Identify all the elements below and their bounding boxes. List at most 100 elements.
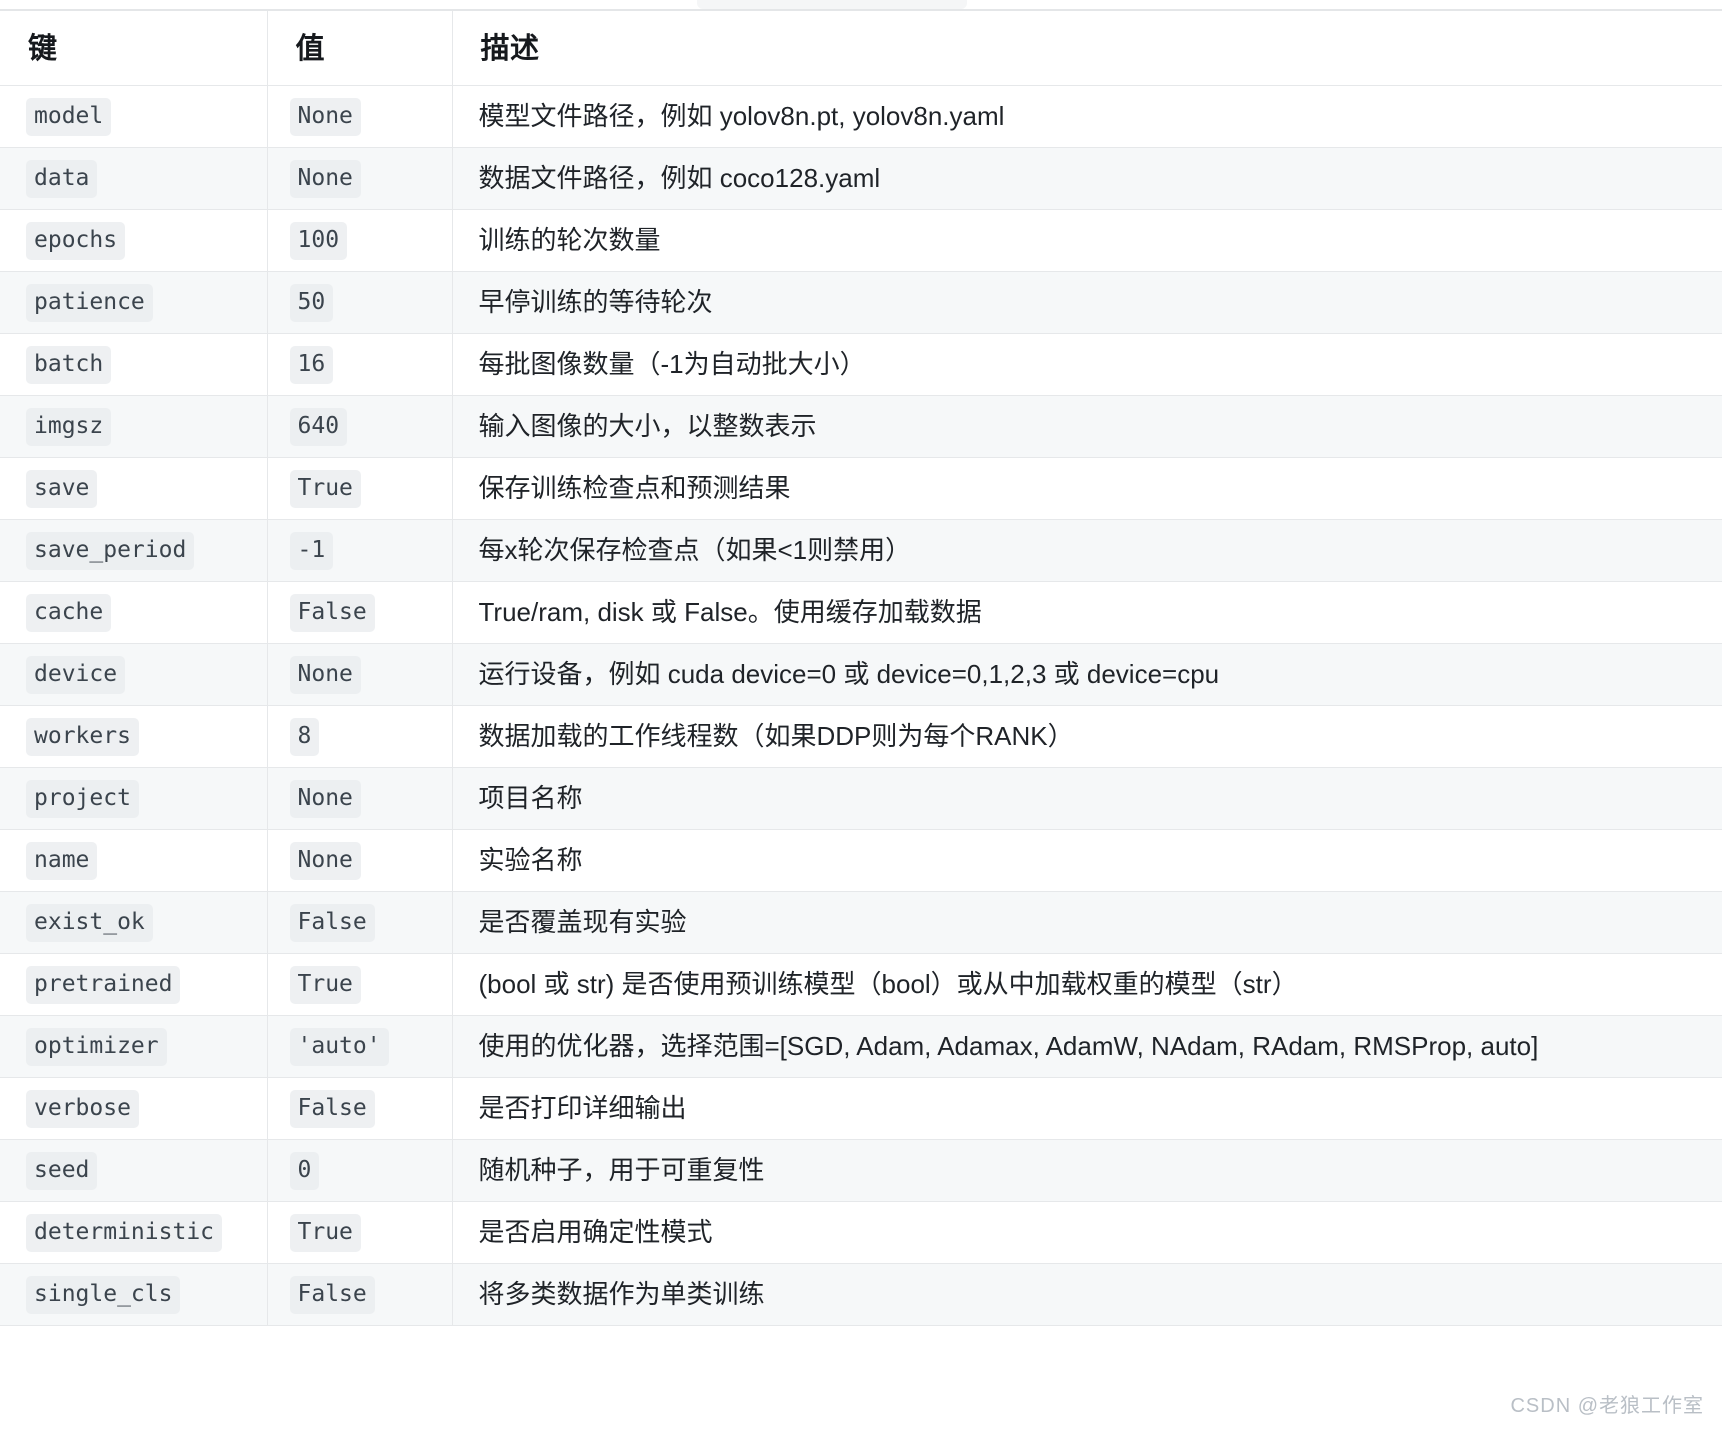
param-description-text: 输入图像的大小，以整数表示 bbox=[478, 411, 817, 442]
cell-key: patience bbox=[0, 271, 268, 334]
param-description-text: 使用的优化器，选择范围=[SGD, Adam, Adamax, AdamW, N… bbox=[478, 1031, 1539, 1062]
param-key-code: batch bbox=[26, 345, 112, 384]
cell-description: 输入图像的大小，以整数表示 bbox=[452, 395, 1722, 458]
param-key-code: data bbox=[26, 159, 98, 198]
table-row: patience 50 早停训练的等待轮次 bbox=[0, 271, 1722, 334]
cell-key: cache bbox=[0, 581, 268, 644]
cell-key: model bbox=[0, 85, 268, 148]
param-value-code: None bbox=[289, 779, 361, 818]
cell-key: name bbox=[0, 829, 268, 892]
cell-description: 项目名称 bbox=[452, 767, 1722, 830]
table-row: exist_ok False 是否覆盖现有实验 bbox=[0, 891, 1722, 954]
cell-key: epochs bbox=[0, 209, 268, 272]
cell-key: deterministic bbox=[0, 1201, 268, 1264]
param-key-code: device bbox=[26, 655, 126, 694]
param-key-code: pretrained bbox=[26, 965, 181, 1004]
cell-key: optimizer bbox=[0, 1015, 268, 1078]
param-key-code: workers bbox=[26, 717, 139, 756]
table-row: single_cls False 将多类数据作为单类训练 bbox=[0, 1263, 1722, 1326]
parameters-table-container: 键 值 描述 model None 模型文件路径，例如 yolov8n.pt, yo… bbox=[0, 9, 1722, 1326]
cell-description: 将多类数据作为单类训练 bbox=[452, 1263, 1722, 1326]
cell-description: 实验名称 bbox=[452, 829, 1722, 892]
param-value-code: 0 bbox=[289, 1151, 320, 1190]
cell-value: -1 bbox=[267, 519, 453, 582]
param-value-code: 100 bbox=[289, 221, 348, 260]
param-key-code: project bbox=[26, 779, 139, 818]
cell-value: None bbox=[267, 147, 453, 210]
cell-key: single_cls bbox=[0, 1263, 268, 1326]
cell-value: 'auto' bbox=[267, 1015, 453, 1078]
cell-description: 早停训练的等待轮次 bbox=[452, 271, 1722, 334]
param-description-text: 数据文件路径，例如 coco128.yaml bbox=[478, 163, 881, 194]
cell-description: 保存训练检查点和预测结果 bbox=[452, 457, 1722, 520]
cell-key: seed bbox=[0, 1139, 268, 1202]
cell-value: False bbox=[267, 1263, 453, 1326]
param-description-text: 数据加载的工作线程数（如果DDP则为每个RANK） bbox=[478, 721, 1074, 752]
param-key-code: optimizer bbox=[26, 1027, 167, 1066]
cell-description: 模型文件路径，例如 yolov8n.pt, yolov8n.yaml bbox=[452, 85, 1722, 148]
param-value-code: 'auto' bbox=[289, 1027, 389, 1066]
cell-description: 每批图像数量（-1为自动批大小） bbox=[452, 333, 1722, 396]
param-description-text: 训练的轮次数量 bbox=[478, 225, 661, 256]
cell-description: 是否启用确定性模式 bbox=[452, 1201, 1722, 1264]
page-root: 键 值 描述 model None 模型文件路径，例如 yolov8n.pt, yo… bbox=[0, 0, 1722, 1430]
param-key-code: cache bbox=[26, 593, 112, 632]
column-header-value: 值 bbox=[267, 10, 453, 86]
param-value-code: 8 bbox=[289, 717, 320, 756]
cell-value: False bbox=[267, 891, 453, 954]
cell-key: device bbox=[0, 643, 268, 706]
cell-value: 8 bbox=[267, 705, 453, 768]
cell-value: 640 bbox=[267, 395, 453, 458]
param-key-code: imgsz bbox=[26, 407, 112, 446]
table-row: name None 实验名称 bbox=[0, 829, 1722, 892]
param-description-text: (bool 或 str) 是否使用预训练模型（bool）或从中加载权重的模型（s… bbox=[478, 969, 1298, 1000]
table-header: 键 值 描述 bbox=[0, 10, 1722, 86]
param-description-text: 运行设备，例如 cuda device=0 或 device=0,1,2,3 或… bbox=[478, 659, 1220, 690]
table-row: cache False True/ram, disk 或 False。使用缓存加载数… bbox=[0, 581, 1722, 644]
cell-key: save bbox=[0, 457, 268, 520]
param-value-code: True bbox=[289, 965, 361, 1004]
param-key-code: model bbox=[26, 97, 112, 136]
param-key-code: name bbox=[26, 841, 98, 880]
param-value-code: False bbox=[289, 593, 375, 632]
param-key-code: single_cls bbox=[26, 1275, 181, 1314]
cell-value: True bbox=[267, 953, 453, 1016]
table-row: deterministic True 是否启用确定性模式 bbox=[0, 1201, 1722, 1264]
param-key-code: save_period bbox=[26, 531, 195, 570]
cell-description: 使用的优化器，选择范围=[SGD, Adam, Adamax, AdamW, N… bbox=[452, 1015, 1722, 1078]
table-row: pretrained True (bool 或 str) 是否使用预训练模型（boo… bbox=[0, 953, 1722, 1016]
cell-description: True/ram, disk 或 False。使用缓存加载数据 bbox=[452, 581, 1722, 644]
cell-description: (bool 或 str) 是否使用预训练模型（bool）或从中加载权重的模型（s… bbox=[452, 953, 1722, 1016]
param-description-text: 将多类数据作为单类训练 bbox=[478, 1279, 765, 1310]
cell-key: workers bbox=[0, 705, 268, 768]
cell-key: imgsz bbox=[0, 395, 268, 458]
cell-value: None bbox=[267, 767, 453, 830]
cell-key: data bbox=[0, 147, 268, 210]
param-description-text: True/ram, disk 或 False。使用缓存加载数据 bbox=[478, 597, 982, 628]
param-description-text: 是否覆盖现有实验 bbox=[478, 907, 687, 938]
table-row: imgsz 640 输入图像的大小，以整数表示 bbox=[0, 395, 1722, 458]
param-value-code: False bbox=[289, 903, 375, 942]
parameters-table: 键 值 描述 model None 模型文件路径，例如 yolov8n.pt, yo… bbox=[0, 9, 1722, 1326]
cell-key: project bbox=[0, 767, 268, 830]
cell-description: 训练的轮次数量 bbox=[452, 209, 1722, 272]
param-key-code: save bbox=[26, 469, 98, 508]
cell-key: pretrained bbox=[0, 953, 268, 1016]
table-row: seed 0 随机种子，用于可重复性 bbox=[0, 1139, 1722, 1202]
cell-value: 100 bbox=[267, 209, 453, 272]
table-row: epochs 100 训练的轮次数量 bbox=[0, 209, 1722, 272]
table-row: save True 保存训练检查点和预测结果 bbox=[0, 457, 1722, 520]
param-description-text: 是否启用确定性模式 bbox=[478, 1217, 713, 1248]
table-row: optimizer 'auto' 使用的优化器，选择范围=[SGD, Adam, A… bbox=[0, 1015, 1722, 1078]
table-row: device None 运行设备，例如 cuda device=0 或 device… bbox=[0, 643, 1722, 706]
table-header-row: 键 值 描述 bbox=[0, 10, 1722, 86]
param-description-text: 是否打印详细输出 bbox=[478, 1093, 687, 1124]
cell-key: verbose bbox=[0, 1077, 268, 1140]
cell-value: None bbox=[267, 643, 453, 706]
param-value-code: False bbox=[289, 1089, 375, 1128]
cell-description: 数据加载的工作线程数（如果DDP则为每个RANK） bbox=[452, 705, 1722, 768]
cell-key: batch bbox=[0, 333, 268, 396]
table-row: save_period -1 每x轮次保存检查点（如果<1则禁用） bbox=[0, 519, 1722, 582]
cell-value: None bbox=[267, 85, 453, 148]
param-value-code: None bbox=[289, 841, 361, 880]
